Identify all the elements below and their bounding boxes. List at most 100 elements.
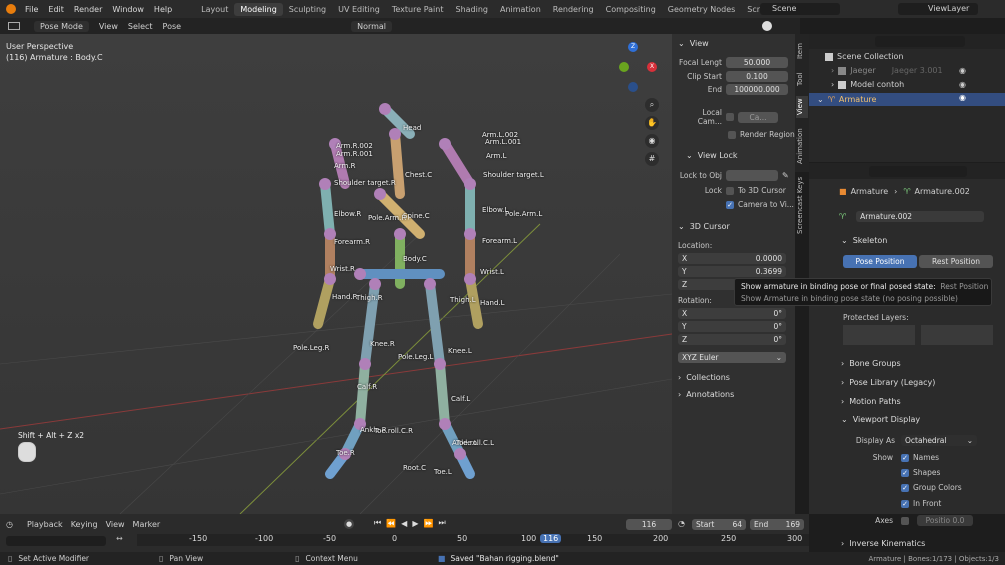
menu-help[interactable]: Help	[149, 5, 177, 14]
bone-joint[interactable]	[324, 273, 336, 285]
current-frame-field[interactable]: 116	[626, 519, 672, 530]
view-lock-header[interactable]: ⌄ View Lock	[686, 151, 737, 160]
tab-screencast-keys[interactable]: Screencast Keys	[796, 176, 808, 234]
tab-rendering[interactable]: Rendering	[547, 3, 600, 16]
axes-position-field[interactable]: Positio 0.0	[917, 515, 973, 526]
bone-groups-header[interactable]: › Bone Groups	[841, 359, 901, 368]
visibility-eye-icon[interactable]: ◉	[959, 66, 966, 75]
tab-geometry-nodes[interactable]: Geometry Nodes	[662, 3, 741, 16]
shading-solid-icon[interactable]	[762, 21, 773, 31]
view-section-header[interactable]: ⌄ View	[678, 39, 709, 48]
location-x-field[interactable]: X 0.0000	[678, 253, 786, 264]
outliner-item-armature[interactable]: Armature	[839, 95, 877, 104]
tab-item[interactable]: Item	[796, 40, 808, 62]
tab-sculpting[interactable]: Sculpting	[283, 3, 332, 16]
bone-joint[interactable]	[434, 358, 446, 370]
rest-position-button[interactable]: Rest Position	[919, 255, 993, 268]
to-3d-cursor-checkbox[interactable]	[726, 186, 734, 195]
camera-view-icon[interactable]: ◉	[645, 134, 659, 148]
group-colors-checkbox[interactable]: ✓	[901, 483, 909, 492]
bone-joint[interactable]	[464, 178, 476, 190]
3d-viewport[interactable]: User Perspective (116) Armature : Body.C…	[0, 34, 672, 514]
timeline-view-menu[interactable]: View	[106, 520, 125, 529]
menu-window[interactable]: Window	[107, 5, 149, 14]
bone-joint[interactable]	[369, 278, 381, 290]
protected-layers-grid-left[interactable]	[843, 325, 915, 345]
names-checkbox[interactable]: ✓	[901, 453, 909, 462]
menu-render[interactable]: Render	[69, 5, 107, 14]
axes-checkbox[interactable]	[901, 516, 909, 525]
outliner-item-jaeger[interactable]: Jaeger	[850, 66, 875, 75]
tab-texture-paint[interactable]: Texture Paint	[386, 3, 450, 16]
play-reverse-icon[interactable]: ◀	[401, 519, 407, 528]
rotation-x-field[interactable]: X 0°	[678, 308, 786, 319]
editor-type-icon[interactable]	[8, 22, 20, 30]
local-camera-field[interactable]: Ca...	[738, 111, 778, 123]
tab-animation[interactable]: Animation	[494, 3, 547, 16]
gizmo-neg-z-icon[interactable]	[628, 82, 638, 92]
clip-start-field[interactable]: 0.100	[726, 71, 788, 82]
menu-file[interactable]: File	[20, 5, 43, 14]
timeline-ruler[interactable]: -150 -100 -50 0 50 100 116 150 200 250 3…	[137, 534, 809, 546]
tab-view[interactable]: View	[796, 96, 808, 118]
menu-view[interactable]: View	[99, 22, 118, 31]
local-camera-checkbox[interactable]	[726, 113, 734, 121]
timeline-editor-icon[interactable]: ◷	[6, 520, 13, 529]
tab-layout[interactable]: Layout	[195, 3, 234, 16]
bone-joint[interactable]	[319, 178, 331, 190]
gizmo-z-icon[interactable]: Z	[628, 42, 638, 52]
camera-to-view-checkbox[interactable]: ✓	[726, 200, 734, 209]
tab-uv-editing[interactable]: UV Editing	[332, 3, 386, 16]
tab-modeling[interactable]: Modeling	[234, 2, 283, 16]
playhead-frame[interactable]: 116	[540, 534, 562, 543]
bone-joint[interactable]	[464, 228, 476, 240]
focal-length-field[interactable]: 50.000	[726, 57, 788, 68]
bone[interactable]	[320, 179, 335, 239]
visibility-eye-icon[interactable]: ◉	[959, 80, 966, 89]
tab-animation[interactable]: Animation	[796, 126, 808, 166]
prev-key-icon[interactable]: ⏪	[386, 519, 396, 528]
menu-pose[interactable]: Pose	[163, 22, 182, 31]
jump-end-icon[interactable]: ⏭	[438, 518, 445, 528]
bone-joint[interactable]	[374, 188, 386, 200]
bone[interactable]	[355, 359, 370, 429]
inverse-kinematics-header[interactable]: › Inverse Kinematics	[841, 539, 925, 548]
bone-joint[interactable]	[354, 268, 366, 280]
scene-collection-label[interactable]: Scene Collection	[837, 52, 904, 61]
play-icon[interactable]: ▶	[412, 519, 418, 528]
3d-cursor-header[interactable]: ⌄ 3D Cursor	[678, 222, 730, 231]
pose-library-header[interactable]: › Pose Library (Legacy)	[841, 378, 935, 387]
motion-paths-header[interactable]: › Motion Paths	[841, 397, 901, 406]
pose-mode-dropdown[interactable]: Pose Mode	[34, 20, 89, 32]
jump-start-icon[interactable]: ⏮	[374, 518, 381, 528]
rotation-mode-dropdown[interactable]: XYZ Euler ⌄	[678, 352, 786, 363]
bone-joint[interactable]	[464, 273, 476, 285]
gizmo-x-icon[interactable]: X	[647, 62, 657, 72]
tab-tool[interactable]: Tool	[796, 68, 808, 90]
outliner-search-input[interactable]	[875, 36, 965, 47]
scene-selector[interactable]: Scene	[760, 3, 840, 15]
bone-joint[interactable]	[439, 418, 451, 430]
rotation-y-field[interactable]: Y 0°	[678, 321, 786, 332]
collections-header[interactable]: › Collections	[678, 373, 730, 382]
bone-joint[interactable]	[454, 448, 466, 460]
bone-joint[interactable]	[379, 103, 391, 115]
outliner-item-model-contoh[interactable]: Model contoh	[850, 80, 904, 89]
bone-joint[interactable]	[439, 138, 451, 150]
menu-select[interactable]: Select	[128, 22, 153, 31]
view-layer-selector[interactable]: ViewLayer	[898, 3, 978, 15]
next-key-icon[interactable]: ⏩	[423, 519, 433, 528]
grid-toggle-icon[interactable]: #	[645, 152, 659, 166]
keying-menu[interactable]: Keying	[71, 520, 98, 529]
properties-search-input[interactable]	[869, 166, 967, 177]
tab-shading[interactable]: Shading	[449, 3, 494, 16]
lock-to-object-field[interactable]	[726, 170, 778, 181]
display-as-dropdown[interactable]: Octahedral ⌄	[901, 435, 977, 446]
start-frame-field[interactable]: Start 64	[692, 519, 746, 530]
shapes-checkbox[interactable]: ✓	[901, 468, 909, 477]
marker-menu[interactable]: Marker	[133, 520, 161, 529]
bone-joint[interactable]	[389, 128, 401, 140]
timeline-search-input[interactable]	[6, 536, 106, 546]
visibility-eye-icon[interactable]: ◉	[959, 93, 966, 102]
orientation-dropdown[interactable]: Normal	[351, 20, 393, 32]
